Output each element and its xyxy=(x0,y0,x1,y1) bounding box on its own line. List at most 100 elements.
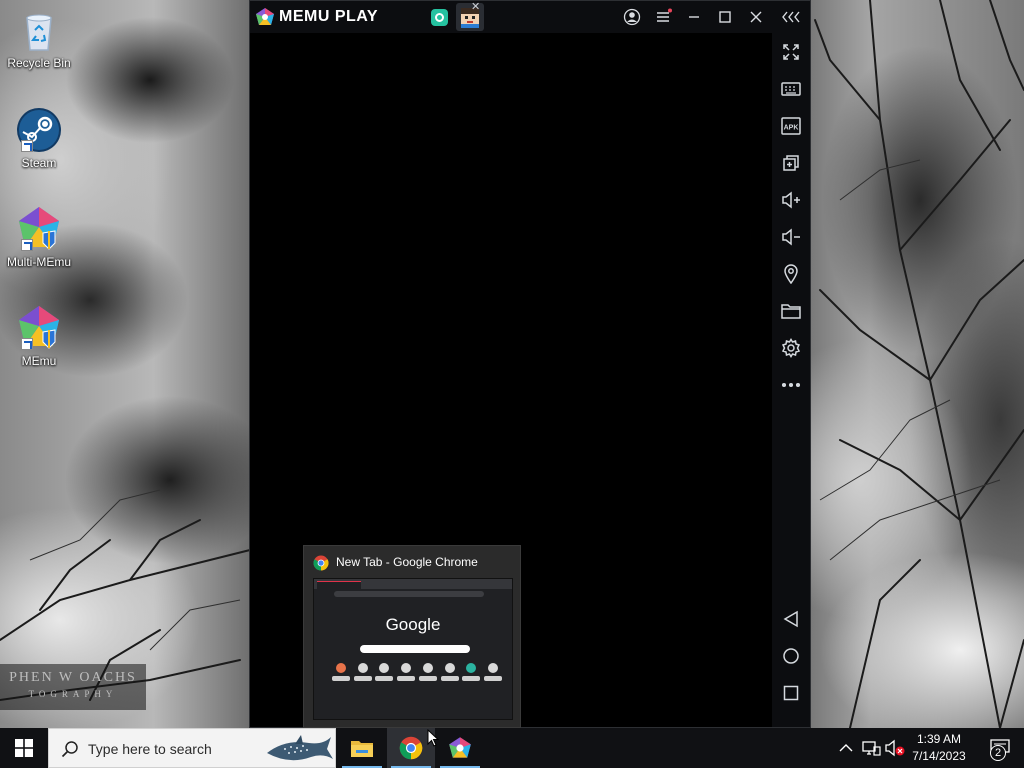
close-button[interactable] xyxy=(744,5,768,29)
whale-shark-search-highlight-icon xyxy=(267,735,333,761)
more-options-button[interactable] xyxy=(779,373,803,397)
desktop-icon-recycle-bin[interactable]: Recycle Bin xyxy=(4,6,74,70)
preview-thumbnail[interactable]: Google xyxy=(313,578,513,720)
desktop-icon-multi-memu[interactable]: Multi-MEmu xyxy=(4,205,74,269)
keyboard-mapping-button[interactable] xyxy=(779,77,803,101)
back-icon xyxy=(783,610,798,628)
taskbar-file-explorer[interactable] xyxy=(338,728,386,768)
apk-install-icon: APK xyxy=(781,117,801,135)
volume-up-icon xyxy=(782,191,800,209)
preview-window-title: New Tab - Google Chrome xyxy=(336,555,478,569)
shortcut-arrow-icon xyxy=(21,239,33,251)
minimize-button[interactable] xyxy=(682,5,706,29)
mouse-cursor-icon xyxy=(427,729,439,747)
memu-icon xyxy=(15,304,63,352)
thumbnail-shortcut xyxy=(332,663,350,683)
thumbnail-omnibox xyxy=(334,591,484,597)
chrome-taskbar-preview[interactable]: New Tab - Google Chrome Google xyxy=(303,545,521,728)
fullscreen-button[interactable] xyxy=(779,40,803,64)
multi-window-icon xyxy=(783,155,799,171)
search-placeholder: Type here to search xyxy=(88,741,212,757)
watermark-subtitle: TOGRAPHY xyxy=(28,689,118,699)
desktop-icon-label: Multi-MEmu xyxy=(6,255,71,269)
camera-icon xyxy=(431,9,448,26)
location-icon xyxy=(784,264,798,284)
network-icon[interactable] xyxy=(861,738,881,758)
start-button[interactable] xyxy=(0,728,48,768)
memu-titlebar[interactable]: MEMU PLAY ✕ xyxy=(250,1,810,33)
clock-time: 1:39 AM xyxy=(916,732,962,746)
shortcut-arrow-icon xyxy=(21,140,33,152)
multi-window-button[interactable] xyxy=(779,151,803,175)
fullscreen-icon xyxy=(783,44,799,60)
tab-close-icon[interactable]: ✕ xyxy=(471,2,480,13)
taskbar-memu[interactable] xyxy=(436,728,484,768)
desktop-icon-label: Recycle Bin xyxy=(7,56,71,70)
thumbnail-shortcut xyxy=(440,663,459,683)
android-recents-button[interactable] xyxy=(779,681,803,705)
thumbnail-shortcut xyxy=(462,663,481,683)
menu-icon xyxy=(657,8,672,22)
desktop-icon-label: MEmu xyxy=(21,354,57,368)
camera-app-tab[interactable] xyxy=(428,5,452,29)
desktop-icon-label: Steam xyxy=(21,156,57,170)
account-icon xyxy=(623,8,641,26)
collapse-sidebar-button[interactable] xyxy=(779,5,803,29)
watermark-name: PHEN W OACHS xyxy=(9,670,137,685)
thumbnail-shortcut xyxy=(418,663,437,683)
memu-brand-title: MEMU PLAY xyxy=(279,8,379,25)
shortcut-arrow-icon xyxy=(21,338,33,350)
memu-sidebar: APK xyxy=(772,33,810,727)
volume-up-button[interactable] xyxy=(779,188,803,212)
settings-button[interactable] xyxy=(779,336,803,360)
settings-icon xyxy=(781,338,801,358)
clock-date: 7/14/2023 xyxy=(912,749,966,763)
thumbnail-shortcut xyxy=(375,663,394,683)
memu-logo-icon xyxy=(256,8,274,25)
maximize-icon xyxy=(719,11,731,23)
folder-icon xyxy=(351,741,373,757)
photographer-watermark: PHEN W OACHS TOGRAPHY xyxy=(0,664,146,710)
volume-muted-icon[interactable] xyxy=(884,738,906,758)
shared-folder-button[interactable] xyxy=(779,299,803,323)
thumbnail-google-logo: Google xyxy=(385,615,441,634)
memu-icon xyxy=(449,737,471,758)
minimize-icon xyxy=(689,16,699,18)
volume-down-icon xyxy=(782,228,800,246)
recycle-bin-icon xyxy=(15,6,63,54)
steam-icon xyxy=(15,106,63,154)
taskbar-search-box[interactable]: Type here to search xyxy=(48,728,336,768)
search-icon xyxy=(61,741,78,758)
svg-text:APK: APK xyxy=(784,125,799,132)
more-icon xyxy=(781,382,801,388)
multi-memu-icon xyxy=(15,205,63,253)
thumbnail-shortcuts xyxy=(332,663,502,683)
android-home-button[interactable] xyxy=(779,644,803,668)
menu-button[interactable] xyxy=(651,5,675,29)
desktop-icon-memu[interactable]: MEmu xyxy=(4,304,74,368)
close-icon xyxy=(750,11,762,23)
location-button[interactable] xyxy=(779,262,803,286)
desktop-icon-steam[interactable]: Steam xyxy=(4,106,74,170)
apk-install-button[interactable]: APK xyxy=(779,114,803,138)
keyboard-mapping-icon xyxy=(781,82,801,96)
account-button[interactable] xyxy=(620,5,644,29)
folder-icon xyxy=(781,304,801,319)
chrome-icon xyxy=(313,555,329,571)
thumbnail-shortcut xyxy=(397,663,416,683)
thumbnail-shortcut xyxy=(483,663,502,683)
collapse-sidebar-icon xyxy=(782,11,800,23)
show-hidden-icons-chevron-icon[interactable] xyxy=(837,739,855,757)
thumbnail-shortcut xyxy=(353,663,372,683)
volume-down-button[interactable] xyxy=(779,225,803,249)
thumbnail-tabbar xyxy=(314,579,512,589)
windows-logo-icon xyxy=(15,739,33,757)
windows-taskbar: Type here to search 1:39 AM 7/14/2023 2 xyxy=(0,728,1024,768)
thumbnail-search-box xyxy=(360,645,470,653)
maximize-button[interactable] xyxy=(713,5,737,29)
chrome-icon xyxy=(399,736,423,760)
android-back-button[interactable] xyxy=(779,607,803,631)
taskbar-clock[interactable]: 1:39 AM 7/14/2023 xyxy=(908,731,970,765)
recents-icon xyxy=(783,685,799,701)
home-icon xyxy=(783,648,799,664)
